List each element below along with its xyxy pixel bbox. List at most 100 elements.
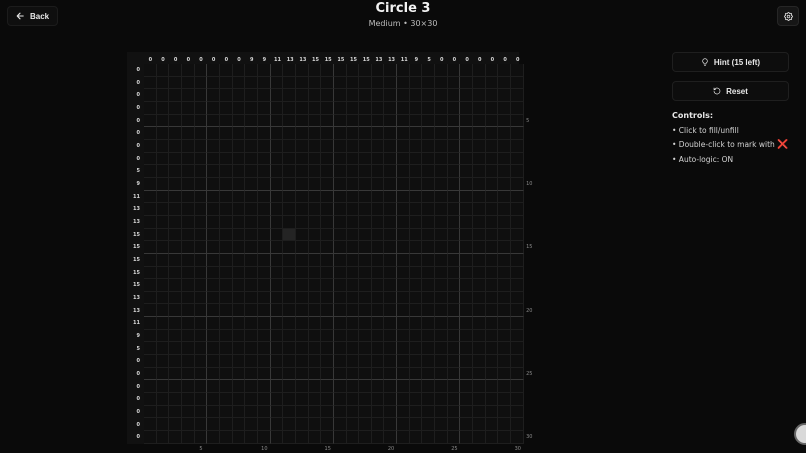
grid-cell[interactable]: [498, 177, 512, 191]
grid-cell[interactable]: [181, 279, 195, 292]
grid-cell[interactable]: [207, 165, 220, 178]
grid-cell[interactable]: [397, 114, 410, 128]
grid-cell[interactable]: [219, 355, 233, 368]
grid-cell[interactable]: [498, 152, 512, 166]
grid-cell[interactable]: [144, 215, 157, 229]
grid-cell[interactable]: [232, 152, 246, 166]
grid-cell[interactable]: [485, 329, 499, 343]
grid-cell[interactable]: [460, 101, 474, 115]
grid-cell[interactable]: [219, 266, 233, 280]
grid-cell[interactable]: [422, 367, 436, 381]
grid-cell[interactable]: [194, 152, 208, 166]
grid-cell[interactable]: [232, 266, 246, 280]
grid-cell[interactable]: [359, 317, 372, 330]
grid-cell[interactable]: [144, 431, 157, 444]
grid-cell[interactable]: [473, 393, 486, 406]
grid-cell[interactable]: [283, 342, 296, 356]
grid-cell[interactable]: [435, 228, 448, 242]
grid-cell[interactable]: [460, 203, 474, 216]
grid-cell[interactable]: [194, 228, 208, 242]
grid-cell[interactable]: [397, 380, 410, 394]
grid-cell[interactable]: [409, 127, 423, 140]
grid-cell[interactable]: [156, 393, 170, 406]
grid-cell[interactable]: [460, 431, 474, 444]
grid-cell[interactable]: [447, 89, 461, 102]
grid-cell[interactable]: [194, 139, 208, 153]
grid-cell[interactable]: [194, 203, 208, 216]
grid-cell[interactable]: [359, 279, 372, 292]
grid-cell[interactable]: [270, 64, 284, 77]
grid-cell[interactable]: [485, 203, 499, 216]
grid-cell[interactable]: [321, 304, 334, 318]
grid-cell[interactable]: [232, 203, 246, 216]
grid-cell[interactable]: [144, 279, 157, 292]
grid-cell[interactable]: [219, 418, 233, 432]
grid-cell[interactable]: [333, 355, 347, 368]
grid-cell[interactable]: [511, 228, 524, 242]
grid-cell[interactable]: [207, 317, 220, 330]
grid-cell[interactable]: [144, 241, 157, 254]
grid-cell[interactable]: [219, 431, 233, 444]
grid-cell[interactable]: [194, 266, 208, 280]
grid-cell[interactable]: [397, 89, 410, 102]
grid-cell[interactable]: [447, 342, 461, 356]
grid-cell[interactable]: [232, 291, 246, 305]
grid-cell[interactable]: [409, 139, 423, 153]
grid-cell[interactable]: [283, 241, 296, 254]
grid-cell[interactable]: [422, 253, 436, 267]
grid-cell[interactable]: [511, 367, 524, 381]
grid-cell[interactable]: [232, 279, 246, 292]
grid-cell[interactable]: [460, 342, 474, 356]
grid-cell[interactable]: [485, 380, 499, 394]
grid-cell[interactable]: [346, 215, 360, 229]
grid-cell[interactable]: [257, 101, 271, 115]
grid-cell[interactable]: [144, 76, 157, 90]
grid-cell[interactable]: [169, 228, 182, 242]
grid-cell[interactable]: [435, 266, 448, 280]
grid-cell[interactable]: [156, 127, 170, 140]
grid-cell[interactable]: [232, 405, 246, 419]
grid-cell[interactable]: [308, 89, 322, 102]
grid-cell[interactable]: [270, 165, 284, 178]
grid-cell[interactable]: [473, 317, 486, 330]
grid-cell[interactable]: [295, 190, 309, 204]
grid-cell[interactable]: [245, 355, 258, 368]
grid-cell[interactable]: [194, 380, 208, 394]
grid-cell[interactable]: [295, 393, 309, 406]
grid-cell[interactable]: [321, 253, 334, 267]
grid-cell[interactable]: [232, 228, 246, 242]
grid-cell[interactable]: [447, 431, 461, 444]
grid-cell[interactable]: [371, 431, 385, 444]
grid-cell[interactable]: [308, 367, 322, 381]
grid-cell[interactable]: [473, 114, 486, 128]
grid-cell[interactable]: [473, 152, 486, 166]
grid-cell[interactable]: [308, 266, 322, 280]
grid-cell[interactable]: [371, 64, 385, 77]
grid-cell[interactable]: [207, 215, 220, 229]
grid-cell[interactable]: [498, 76, 512, 90]
grid-cell[interactable]: [295, 266, 309, 280]
grid-cell[interactable]: [270, 418, 284, 432]
grid-cell[interactable]: [435, 139, 448, 153]
grid-cell[interactable]: [384, 177, 398, 191]
grid-cell[interactable]: [207, 101, 220, 115]
grid-cell[interactable]: [359, 266, 372, 280]
grid-cell[interactable]: [460, 367, 474, 381]
grid-cell[interactable]: [498, 367, 512, 381]
grid-cell[interactable]: [422, 165, 436, 178]
grid-cell[interactable]: [194, 114, 208, 128]
grid-cell[interactable]: [245, 367, 258, 381]
grid-cell[interactable]: [194, 329, 208, 343]
grid-cell[interactable]: [447, 76, 461, 90]
grid-cell[interactable]: [321, 355, 334, 368]
grid-cell[interactable]: [384, 342, 398, 356]
grid-cell[interactable]: [270, 342, 284, 356]
grid-cell[interactable]: [257, 64, 271, 77]
grid-cell[interactable]: [181, 101, 195, 115]
grid-cell[interactable]: [295, 114, 309, 128]
grid-cell[interactable]: [435, 127, 448, 140]
grid-cell[interactable]: [384, 114, 398, 128]
grid-cell[interactable]: [422, 405, 436, 419]
grid-cell[interactable]: [144, 405, 157, 419]
grid-cell[interactable]: [181, 355, 195, 368]
